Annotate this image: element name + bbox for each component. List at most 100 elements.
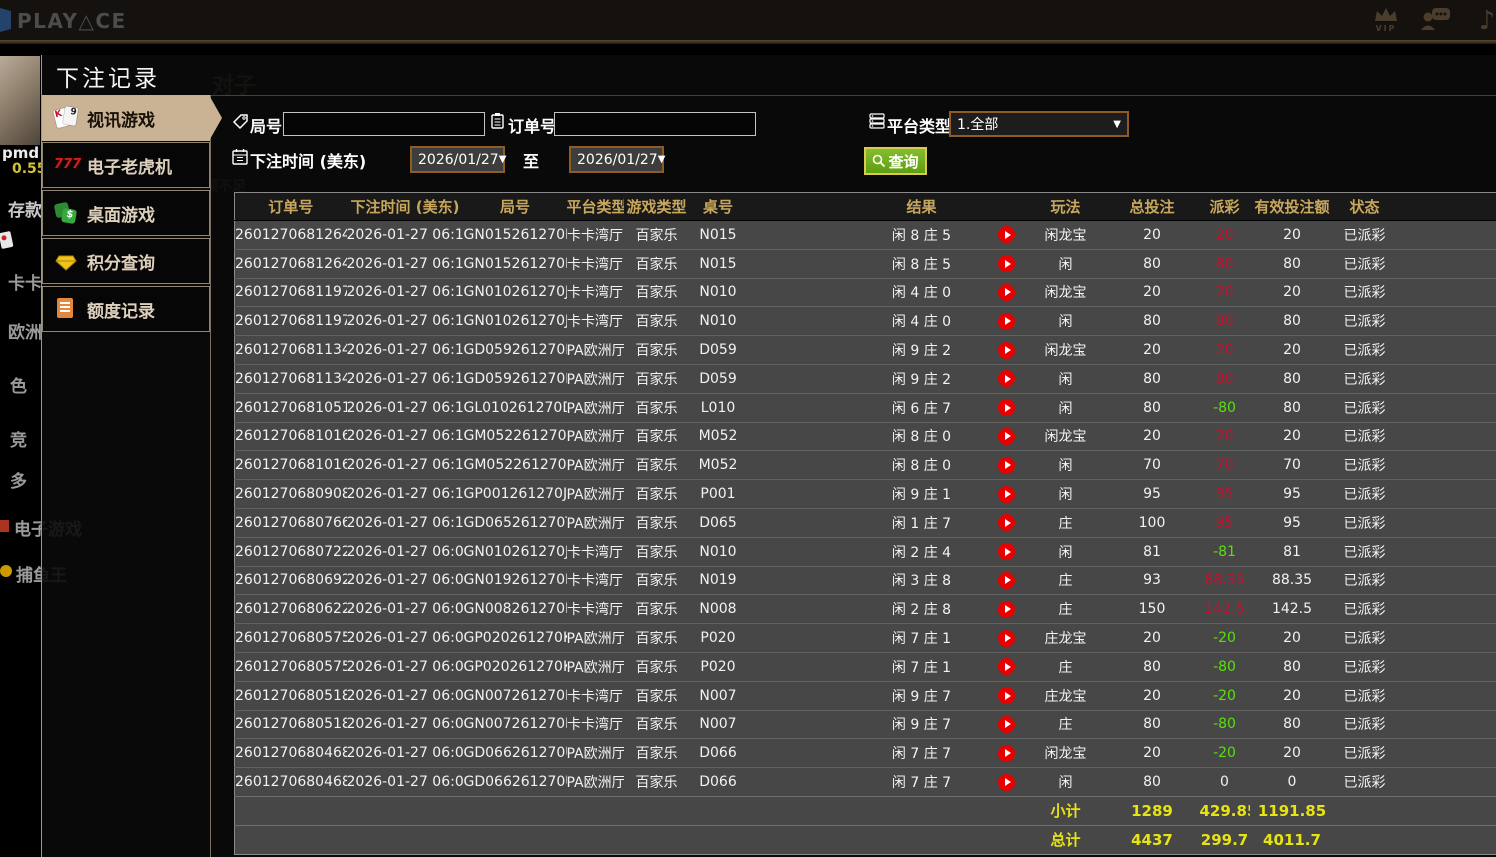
cell-total-bet: 70 (1105, 451, 1200, 480)
table-games-icon (54, 201, 78, 225)
cell-total-bet: 80 (1105, 768, 1200, 797)
cell-payout: 80 (1200, 249, 1250, 278)
play-button[interactable] (998, 745, 1015, 762)
cell-result: 闲 1 庄 7 (857, 508, 987, 537)
order-no-input[interactable] (554, 112, 756, 136)
cell-payout: 0 (1200, 768, 1250, 797)
cell-valid-bet: 80 (1250, 710, 1335, 739)
vip-button[interactable]: VIP (1368, 6, 1404, 33)
cell-round-no: GL010261270DD (464, 393, 567, 422)
cell-filler (1395, 393, 1496, 422)
sidebar-item-points[interactable]: 积分查询 (42, 238, 210, 284)
play-button[interactable] (998, 342, 1015, 359)
cell-filler (1395, 710, 1496, 739)
cell-filler (1395, 739, 1496, 768)
cell-order-no: 260127068105185 (235, 393, 347, 422)
cell-game-type: 百家乐 (624, 451, 690, 480)
cell-bet-time: 2026-01-27 06:08:17 (347, 652, 464, 681)
cell-platform: PA欧洲厅 (567, 336, 624, 365)
table-row: 260127068126421 2026-01-27 06:15:17 GN01… (235, 221, 1496, 250)
cell-order-no: 260127068126421 (235, 221, 347, 250)
play-button[interactable] (998, 457, 1015, 474)
music-button[interactable]: ♪ (1472, 6, 1496, 36)
cell-total-bet: 80 (1105, 249, 1200, 278)
play-button[interactable] (998, 716, 1015, 733)
play-button[interactable] (998, 658, 1015, 675)
cell-filler (1395, 422, 1496, 451)
cell-spacer (747, 595, 857, 624)
play-button[interactable] (998, 774, 1015, 791)
cell-result: 闲 7 庄 7 (857, 768, 987, 797)
table-row: 260127068051834 2026-01-27 06:07:45 GN00… (235, 681, 1496, 710)
play-icon (1005, 749, 1011, 757)
cell-total-bet: 150 (1105, 595, 1200, 624)
cell-status: 已派彩 (1335, 451, 1395, 480)
sidebar-item-table-games[interactable]: 桌面游戏 (42, 190, 210, 236)
cell-platform: 卡卡湾厅 (567, 710, 624, 739)
cell-spacer (747, 508, 857, 537)
play-button[interactable] (998, 543, 1015, 560)
cell-valid-bet: 88.35 (1250, 566, 1335, 595)
cell-total-bet: 80 (1105, 307, 1200, 336)
play-button[interactable] (998, 486, 1015, 503)
subtotal-payout: 429.85 (1200, 796, 1250, 825)
cell-result: 闲 9 庄 2 (857, 364, 987, 393)
play-button[interactable] (998, 284, 1015, 301)
cell-play-type: 闲龙宝 (1027, 422, 1105, 451)
play-icon (1005, 317, 1011, 325)
play-button[interactable] (998, 630, 1015, 647)
table-row: 260127068046821 2026-01-27 06:07:15 GD06… (235, 739, 1496, 768)
play-button[interactable] (998, 399, 1015, 416)
col-replay (987, 193, 1027, 221)
cell-payout: 80 (1200, 307, 1250, 336)
date-from-select[interactable]: 2026/01/27 ▼ (410, 146, 505, 173)
play-button[interactable] (998, 370, 1015, 387)
cell-table-no: N015 (690, 249, 747, 278)
sidebar-item-live-games[interactable]: K9 视讯游戏 (42, 95, 210, 141)
col-total-bet: 总投注 (1105, 193, 1200, 221)
search-button[interactable]: 查询 (864, 147, 927, 175)
cell-bet-time: 2026-01-27 06:14:00 (347, 364, 464, 393)
date-to-select[interactable]: 2026/01/27 ▼ (569, 146, 664, 173)
play-button[interactable] (998, 255, 1015, 272)
play-button[interactable] (998, 226, 1015, 243)
table-row: 260127068051833 2026-01-27 06:07:45 GN00… (235, 710, 1496, 739)
cell-replay (987, 681, 1027, 710)
cell-play-type: 闲龙宝 (1027, 278, 1105, 307)
cell-bet-time: 2026-01-27 06:09:27 (347, 566, 464, 595)
play-button[interactable] (998, 572, 1015, 589)
cell-total-bet: 100 (1105, 508, 1200, 537)
play-button[interactable] (998, 313, 1015, 330)
cell-play-type: 闲 (1027, 451, 1105, 480)
sidebar-item-quota-records[interactable]: 额度记录 (42, 286, 210, 332)
round-no-input[interactable] (283, 112, 485, 136)
table-row: 260127068062259 2026-01-27 06:08:46 GN00… (235, 595, 1496, 624)
cell-spacer (747, 681, 857, 710)
cell-result: 闲 6 庄 7 (857, 393, 987, 422)
cell-play-type: 庄龙宝 (1027, 624, 1105, 653)
cell-spacer (747, 451, 857, 480)
play-icon (1005, 605, 1011, 613)
avatar (0, 56, 40, 145)
cell-order-no: 260127068069264 (235, 566, 347, 595)
title-divider (211, 95, 1496, 96)
cell-payout: -80 (1200, 652, 1250, 681)
play-button[interactable] (998, 687, 1015, 704)
chevron-down-icon: ▼ (499, 154, 507, 165)
cell-filler (1395, 278, 1496, 307)
play-button[interactable] (998, 601, 1015, 618)
cell-platform: 卡卡湾厅 (567, 595, 624, 624)
platform-type-select[interactable]: 1.全部 ▼ (949, 111, 1129, 137)
cell-spacer (747, 422, 857, 451)
chat-button[interactable] (1418, 6, 1454, 36)
cell-valid-bet: 80 (1250, 393, 1335, 422)
brand-logo: PLAY△CE (17, 9, 127, 33)
cell-filler (1395, 451, 1496, 480)
sidebar-item-slots[interactable]: 777 电子老虎机 (42, 142, 210, 188)
table-row: 260127068119706 2026-01-27 06:14:37 GN01… (235, 278, 1496, 307)
play-button[interactable] (998, 514, 1015, 531)
username: pmd (2, 144, 39, 162)
cell-replay (987, 508, 1027, 537)
cell-status: 已派彩 (1335, 566, 1395, 595)
play-button[interactable] (998, 428, 1015, 445)
